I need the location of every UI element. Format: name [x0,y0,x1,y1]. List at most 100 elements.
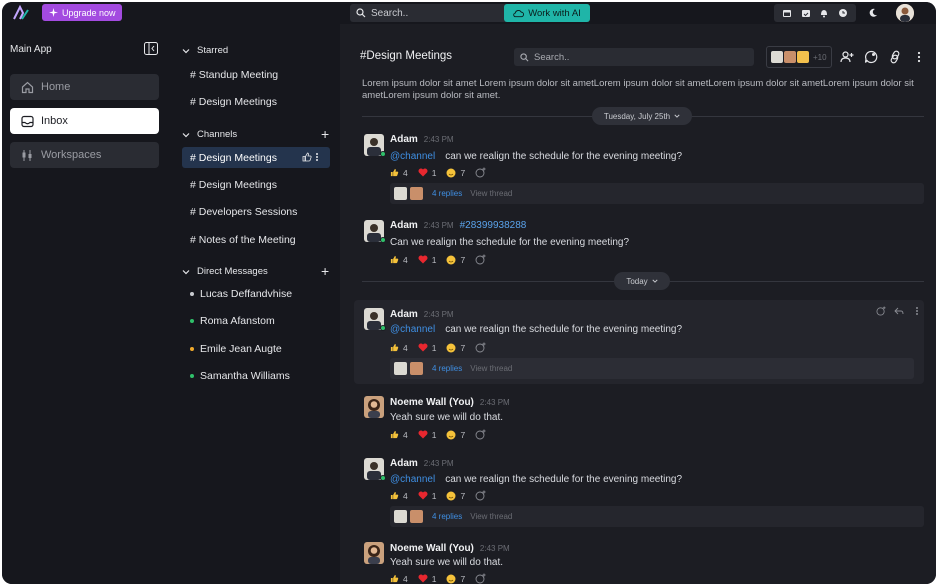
calendar-check-icon[interactable] [801,8,811,18]
view-thread-link[interactable]: View thread [470,189,512,198]
author-avatar[interactable] [364,542,384,564]
author-name[interactable]: Noeme Wall (You) [390,543,474,554]
message-header: Noeme Wall (You) 2:43 PM [390,397,510,408]
reply-icon[interactable] [894,306,904,316]
channel-item-active[interactable]: # Design Meetings [182,147,330,168]
reaction-thumbs-up[interactable]: 4 [390,343,408,353]
view-thread-link[interactable]: View thread [470,512,512,521]
date-divider-pill[interactable]: Today [614,272,670,290]
reaction-thumbs-up[interactable]: 4 [390,255,408,265]
thread-summary[interactable]: 4 replies View thread [390,183,924,204]
add-reaction-icon[interactable] [475,167,486,178]
nav-inbox[interactable]: Inbox [10,108,159,134]
message-header: Adam 2:43 PM [390,134,454,145]
message-item[interactable]: Noeme Wall (You) 2:43 PM Yeah sure we wil… [354,392,924,444]
channel-mention[interactable]: @channel [390,474,435,485]
ticket-tag-link[interactable]: #28399938288 [460,220,527,231]
message-item-hovered[interactable]: Adam 2:43 PM @channel can we realign the s… [354,300,924,384]
reaction-count: 4 [403,429,408,440]
dm-section-header[interactable]: Direct Messages + [182,263,332,279]
add-reaction-icon[interactable] [876,306,886,316]
reaction-heart[interactable]: 1 [418,574,436,584]
workspaces-icon [22,149,32,161]
author-name[interactable]: Adam [390,220,418,231]
more-vertical-icon[interactable] [912,306,922,316]
dm-item[interactable]: Samantha Williams [182,370,290,382]
thread-summary[interactable]: 4 replies View thread [390,506,924,527]
upgrade-label: Upgrade now [62,7,116,18]
view-thread-link[interactable]: View thread [470,364,512,373]
author-name[interactable]: Noeme Wall (You) [390,397,474,408]
calendar-icon[interactable] [782,8,792,18]
add-reaction-icon[interactable] [475,254,486,265]
reaction-thumbs-up[interactable]: 4 [390,430,408,440]
chat-bubble-icon[interactable] [864,50,878,64]
author-avatar[interactable] [364,396,384,418]
thread-summary[interactable]: 4 replies View thread [390,358,914,379]
work-with-ai-button[interactable]: Work with AI [504,4,590,22]
replies-link[interactable]: 4 replies [432,189,462,198]
link-icon[interactable] [888,50,902,64]
add-reaction-icon[interactable] [475,429,486,440]
reaction-smile[interactable]: 7 [446,255,465,265]
channels-section-header[interactable]: Channels + [182,126,332,142]
channel-mention[interactable]: @channel [390,324,435,335]
upgrade-button[interactable]: Upgrade now [42,4,122,21]
reaction-smile[interactable]: 7 [446,168,465,178]
channel-mention[interactable]: @channel [390,151,435,162]
author-name[interactable]: Adam [390,458,418,469]
replies-link[interactable]: 4 replies [432,512,462,521]
add-reaction-icon[interactable] [475,342,486,353]
nav-workspaces[interactable]: Workspaces [10,142,159,168]
message-item[interactable]: Adam 2:43 PM @channel can we realign the s… [354,454,924,530]
member-avatars[interactable]: +10 [766,46,832,68]
channel-item[interactable]: # Developers Sessions [182,201,330,222]
dm-item[interactable]: Lucas Deffandvhise [182,288,292,300]
thumbs-up-icon[interactable] [302,152,312,162]
channel-search-input[interactable]: Search.. [514,48,754,66]
reaction-heart[interactable]: 1 [418,343,436,353]
reaction-smile[interactable]: 7 [446,574,465,584]
message-item[interactable]: Adam 2:43 PM @channel can we realign the s… [354,130,924,206]
sidebar-toggle-icon[interactable] [144,42,158,55]
more-vertical-icon[interactable] [315,152,319,162]
starred-item[interactable]: # Standup Meeting [182,64,330,85]
channel-item[interactable]: # Notes of the Meeting [182,229,330,250]
replies-link[interactable]: 4 replies [432,364,462,373]
bell-icon[interactable] [819,8,829,18]
moon-icon[interactable] [868,8,878,18]
reaction-smile[interactable]: 7 [446,491,465,501]
date-divider-label: Tuesday, July 25th [603,111,671,121]
nav-home[interactable]: Home [10,74,159,100]
date-divider-pill[interactable]: Tuesday, July 25th [592,107,692,125]
starred-item[interactable]: # Design Meetings [182,91,330,112]
reaction-smile[interactable]: 7 [446,430,465,440]
add-reaction-icon[interactable] [475,573,486,584]
add-user-icon[interactable] [840,50,854,64]
starred-section-header[interactable]: Starred [182,45,332,56]
reaction-heart[interactable]: 1 [418,430,436,440]
reaction-heart[interactable]: 1 [418,168,436,178]
top-icon-group [774,4,856,22]
author-name[interactable]: Adam [390,309,418,320]
more-vertical-icon[interactable] [912,50,926,64]
channel-item[interactable]: # Design Meetings [182,174,330,195]
reaction-thumbs-up[interactable]: 4 [390,491,408,501]
add-dm-icon[interactable]: + [321,263,329,279]
dm-item[interactable]: Roma Afanstom [182,315,275,327]
clock-icon[interactable] [838,8,848,18]
add-reaction-icon[interactable] [475,490,486,501]
user-avatar[interactable] [896,4,914,22]
message-item[interactable]: Noeme Wall (You) 2:43 PM Yeah sure we wil… [354,538,924,584]
reaction-thumbs-up[interactable]: 4 [390,574,408,584]
dm-item[interactable]: Emile Jean Augte [182,343,282,355]
add-channel-icon[interactable]: + [321,126,329,142]
status-dot [190,374,194,378]
reaction-heart[interactable]: 1 [418,255,436,265]
author-name[interactable]: Adam [390,134,418,145]
reaction-thumbs-up[interactable]: 4 [390,168,408,178]
message-item[interactable]: Adam 2:43 PM #28399938288 Can we realign t… [354,216,924,268]
reaction-heart[interactable]: 1 [418,491,436,501]
channel-item-label: # Design Meetings [190,178,277,191]
reaction-smile[interactable]: 7 [446,343,465,353]
